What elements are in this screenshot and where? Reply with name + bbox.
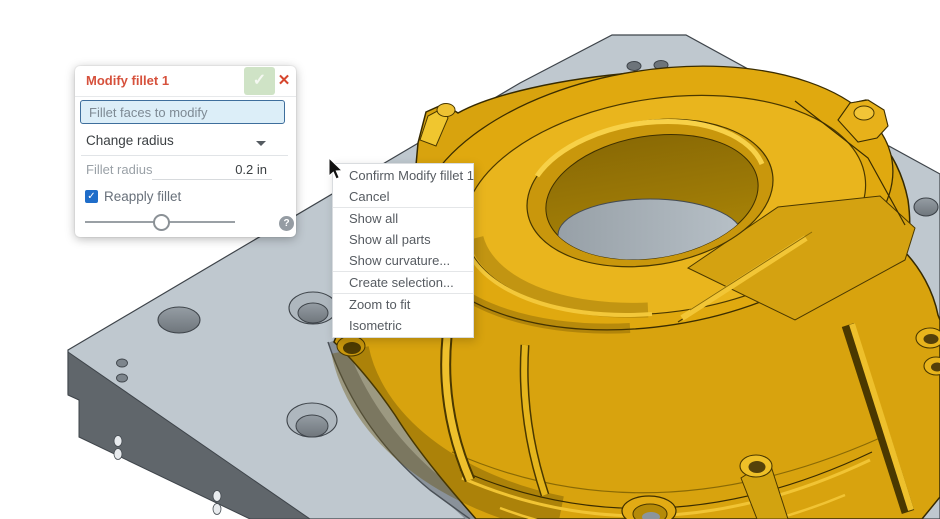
close-button[interactable]: ✕	[275, 69, 293, 93]
flange-hole	[337, 336, 365, 356]
close-icon: ✕	[278, 72, 291, 89]
fillet-radius-label: Fillet radius	[86, 162, 152, 177]
fillet-type-dropdown[interactable]: Change radius	[75, 128, 296, 155]
plate-edge-hole	[213, 491, 221, 502]
reapply-fillet-label: Reapply fillet	[104, 189, 181, 204]
menu-item-create-selection[interactable]: Create selection...	[333, 272, 473, 293]
menu-item-isometric[interactable]: Isometric	[333, 315, 473, 336]
menu-item-show-all-parts[interactable]: Show all parts	[333, 229, 473, 250]
help-icon[interactable]: ?	[279, 216, 294, 231]
fillet-radius-row: Fillet radius 0.2 in	[75, 158, 296, 184]
plate-small-hole	[627, 62, 641, 71]
context-menu: Confirm Modify fillet 1 Cancel Show all …	[332, 163, 474, 338]
check-icon: ✓	[253, 72, 266, 89]
value-underline	[152, 179, 272, 180]
menu-item-confirm-modify-fillet[interactable]: Confirm Modify fillet 1	[333, 165, 473, 186]
plate-dowel-hole	[117, 374, 128, 382]
dropdown-value: Change radius	[86, 133, 174, 148]
mouse-cursor-icon	[327, 157, 345, 181]
dialog-header: Modify fillet 1 ✓ ✕	[75, 66, 296, 97]
plate-counterbore-hole	[289, 292, 337, 324]
menu-item-zoom-to-fit[interactable]: Zoom to fit	[333, 294, 473, 315]
menu-item-show-curvature[interactable]: Show curvature...	[333, 250, 473, 271]
dialog-title: Modify fillet 1	[86, 73, 169, 88]
onshape-3d-viewport: Modify fillet 1 ✓ ✕ Change radius Fillet…	[0, 0, 940, 519]
plate-dowel-hole	[117, 359, 128, 367]
plate-counterbore-hole	[287, 403, 337, 437]
radius-slider-knob[interactable]	[153, 214, 170, 231]
chevron-down-icon	[256, 141, 266, 146]
fillet-radius-value[interactable]: 0.2 in	[235, 162, 267, 177]
plate-hole	[914, 198, 938, 216]
plate-hole	[158, 307, 200, 333]
reapply-fillet-row[interactable]: ✓ Reapply fillet	[75, 187, 296, 207]
confirm-button[interactable]: ✓	[244, 67, 275, 95]
plate-edge-hole	[114, 436, 122, 447]
menu-item-cancel[interactable]: Cancel	[333, 186, 473, 207]
fillet-faces-input[interactable]	[80, 100, 285, 124]
plate-edge-hole	[114, 449, 122, 460]
dialog-divider	[81, 155, 288, 156]
reapply-fillet-checkbox[interactable]: ✓	[85, 190, 98, 203]
menu-item-show-all[interactable]: Show all	[333, 208, 473, 229]
plate-edge-hole	[213, 504, 221, 515]
modify-fillet-dialog: Modify fillet 1 ✓ ✕ Change radius Fillet…	[75, 66, 296, 237]
